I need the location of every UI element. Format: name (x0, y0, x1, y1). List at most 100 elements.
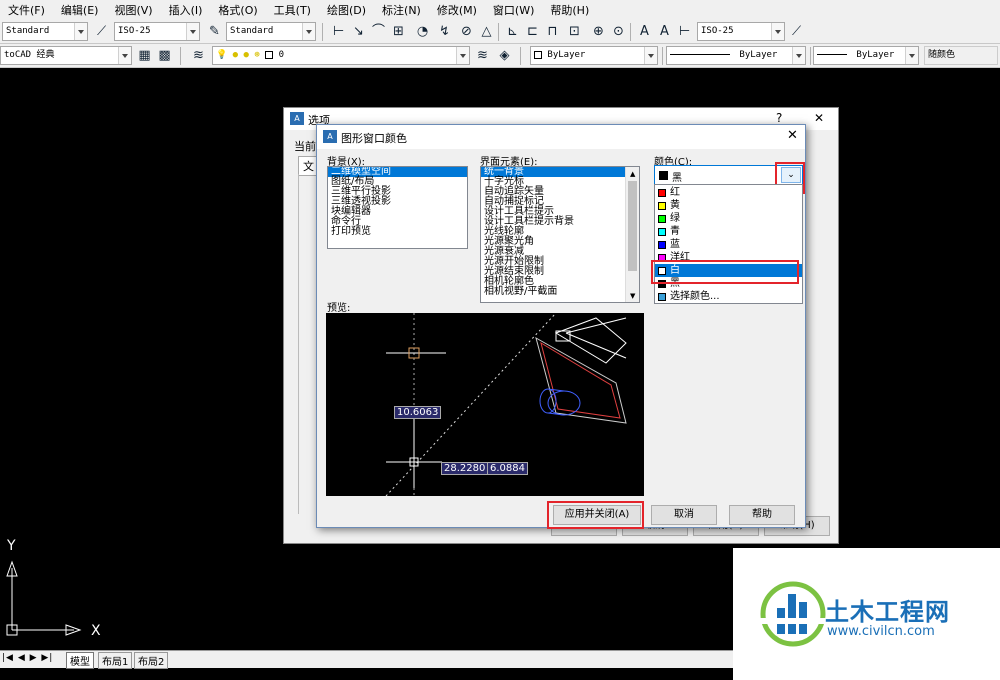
color-swatch (658, 292, 666, 301)
help-icon[interactable]: ? (776, 111, 782, 125)
menu-help[interactable]: 帮助(H) (542, 2, 597, 18)
menu-tools[interactable]: 工具(T) (266, 2, 319, 18)
ucs-y-label: Y (7, 538, 16, 554)
dim-style-combo[interactable]: ISO-25 (114, 22, 200, 41)
color-combo[interactable]: ByLayer (530, 46, 658, 65)
tab-layout2[interactable]: 布局2 (134, 652, 169, 669)
lightbulb-icon: 💡 (216, 50, 228, 60)
tolerance-icon[interactable]: ⊡ (566, 23, 583, 40)
mleader-style-combo[interactable]: ISO-25 (697, 22, 785, 41)
watermark-name: 土木工程网 (825, 598, 950, 626)
linear-dim-icon[interactable]: ⊢ (330, 23, 347, 40)
color-option-cyan[interactable]: 青 (655, 225, 802, 238)
layer-combo[interactable]: 💡 ● ● ⊛ 0 (212, 46, 470, 65)
ucs-x-label: X (91, 623, 101, 639)
interface-element-list[interactable]: 统一背景 十字光标 自动追踪矢量 自动捕捉标记 设计工具栏提示 设计工具栏提示背… (480, 166, 640, 303)
color-value: ByLayer (547, 50, 586, 60)
scroll-down-icon[interactable]: ▼ (630, 292, 635, 300)
menu-view[interactable]: 视图(V) (106, 2, 160, 18)
table-style-combo[interactable]: Standard (226, 22, 316, 41)
list-item[interactable]: 打印预览 (328, 227, 467, 237)
dim-text-edit-icon[interactable]: A (636, 23, 653, 40)
dimension-value: 10.6063 (394, 406, 442, 419)
save-workspace-icon[interactable]: ▩ (156, 47, 173, 64)
workspace-value: toCAD 经典 (4, 50, 55, 60)
color-swatch (658, 240, 666, 249)
list-item[interactable]: 相机视野/平截面 (481, 287, 639, 297)
menu-format[interactable]: 格式(O) (210, 2, 265, 18)
tab-layout1[interactable]: 布局1 (98, 652, 133, 669)
tab-nav-arrows-icon[interactable]: |◀ ◀ ▶ ▶| (2, 653, 53, 663)
previous-layer-icon[interactable]: ◈ (496, 47, 513, 64)
lineweight-combo[interactable]: ByLayer (813, 46, 919, 65)
tab-model[interactable]: 模型 (66, 652, 94, 669)
cancel-button[interactable]: 取消 (651, 505, 717, 525)
chevron-down-icon[interactable] (644, 47, 657, 64)
color-current-value: 黑 (672, 173, 682, 184)
chevron-down-icon[interactable] (792, 47, 805, 64)
chevron-down-icon[interactable] (905, 47, 918, 64)
color-dropdown-list[interactable]: 红 黄 绿 青 蓝 洋红 白 黑 选择颜色... (654, 184, 803, 304)
scroll-thumb[interactable] (628, 181, 637, 271)
angular-dim-icon[interactable]: △ (478, 23, 495, 40)
chevron-down-icon[interactable] (456, 47, 469, 64)
color-option-green[interactable]: 绿 (655, 212, 802, 225)
diameter-dim-icon[interactable]: ⊘ (458, 23, 475, 40)
menu-insert[interactable]: 插入(I) (161, 2, 211, 18)
dim-style-manager-icon[interactable]: ⊢ (676, 23, 693, 40)
dim-update-icon[interactable]: A (656, 23, 673, 40)
color-option-blue[interactable]: 蓝 (655, 238, 802, 251)
separator (630, 23, 631, 41)
close-icon[interactable]: ✕ (814, 111, 824, 125)
help-button[interactable]: 帮助 (729, 505, 795, 525)
jogged-dim-icon[interactable]: ↯ (436, 23, 453, 40)
plotstyle-combo[interactable]: 随颜色 (924, 46, 998, 65)
chevron-down-icon[interactable] (118, 47, 131, 64)
menu-edit[interactable]: 编辑(E) (53, 2, 107, 18)
color-option-label: 青 (670, 226, 680, 237)
lineweight-sample (817, 54, 847, 55)
dim-style-icon[interactable]: ⟋ (93, 23, 110, 40)
layout-tabs-bar: |◀ ◀ ▶ ▶| 模型 布局1 布局2 (0, 650, 735, 669)
quick-dim-icon[interactable]: ⊾ (504, 23, 521, 40)
table-style-icon[interactable]: ✎ (206, 23, 223, 40)
arc-length-icon[interactable]: ⌒ (370, 23, 387, 40)
x-coordinate-value: 28.2280 (441, 462, 489, 475)
continue-dim-icon[interactable]: ⊓ (544, 23, 561, 40)
lineweight-value: ByLayer (856, 50, 895, 60)
mleader-icon[interactable]: ⟋ (788, 23, 805, 40)
background-list[interactable]: 二维模型空间 图纸/布局 三维平行投影 三维透视投影 块编辑器 命令行 打印预览 (327, 166, 468, 249)
separator (322, 23, 323, 41)
text-style-combo[interactable]: Standard (2, 22, 88, 41)
color-swatch (658, 214, 666, 223)
chevron-down-icon[interactable] (771, 23, 784, 40)
scroll-up-icon[interactable]: ▲ (630, 170, 635, 178)
chevron-down-icon[interactable] (302, 23, 315, 40)
menu-dimension[interactable]: 标注(N) (374, 2, 429, 18)
list-scrollbar[interactable]: ▲ ▼ (625, 167, 639, 302)
baseline-dim-icon[interactable]: ⊏ (524, 23, 541, 40)
ordinate-dim-icon[interactable]: ⊞ (390, 23, 407, 40)
workspace-settings-icon[interactable]: ▦ (136, 47, 153, 64)
separator (498, 23, 499, 41)
dim-edit-icon[interactable]: ⊙ (610, 23, 627, 40)
chevron-down-icon[interactable] (186, 23, 199, 40)
menu-window[interactable]: 窗口(W) (485, 2, 542, 18)
aligned-dim-icon[interactable]: ↘ (350, 23, 367, 40)
color-option-select[interactable]: 选择颜色... (655, 290, 802, 303)
linetype-combo[interactable]: ByLayer (666, 46, 806, 65)
separator (180, 47, 181, 65)
center-mark-icon[interactable]: ⊕ (590, 23, 607, 40)
workspace-combo[interactable]: toCAD 经典 (0, 46, 132, 65)
y-coordinate-value: 6.0884 (487, 462, 528, 475)
color-option-red[interactable]: 红 (655, 186, 802, 199)
chevron-down-icon[interactable] (74, 23, 87, 40)
menu-file[interactable]: 文件(F) (0, 2, 53, 18)
radius-dim-icon[interactable]: ◔ (414, 23, 431, 40)
close-icon[interactable]: ✕ (787, 128, 798, 143)
menu-modify[interactable]: 修改(M) (429, 2, 485, 18)
color-option-yellow[interactable]: 黄 (655, 199, 802, 212)
layer-properties-icon[interactable]: ≋ (190, 47, 207, 64)
make-current-layer-icon[interactable]: ≋ (474, 47, 491, 64)
menu-draw[interactable]: 绘图(D) (319, 2, 374, 18)
